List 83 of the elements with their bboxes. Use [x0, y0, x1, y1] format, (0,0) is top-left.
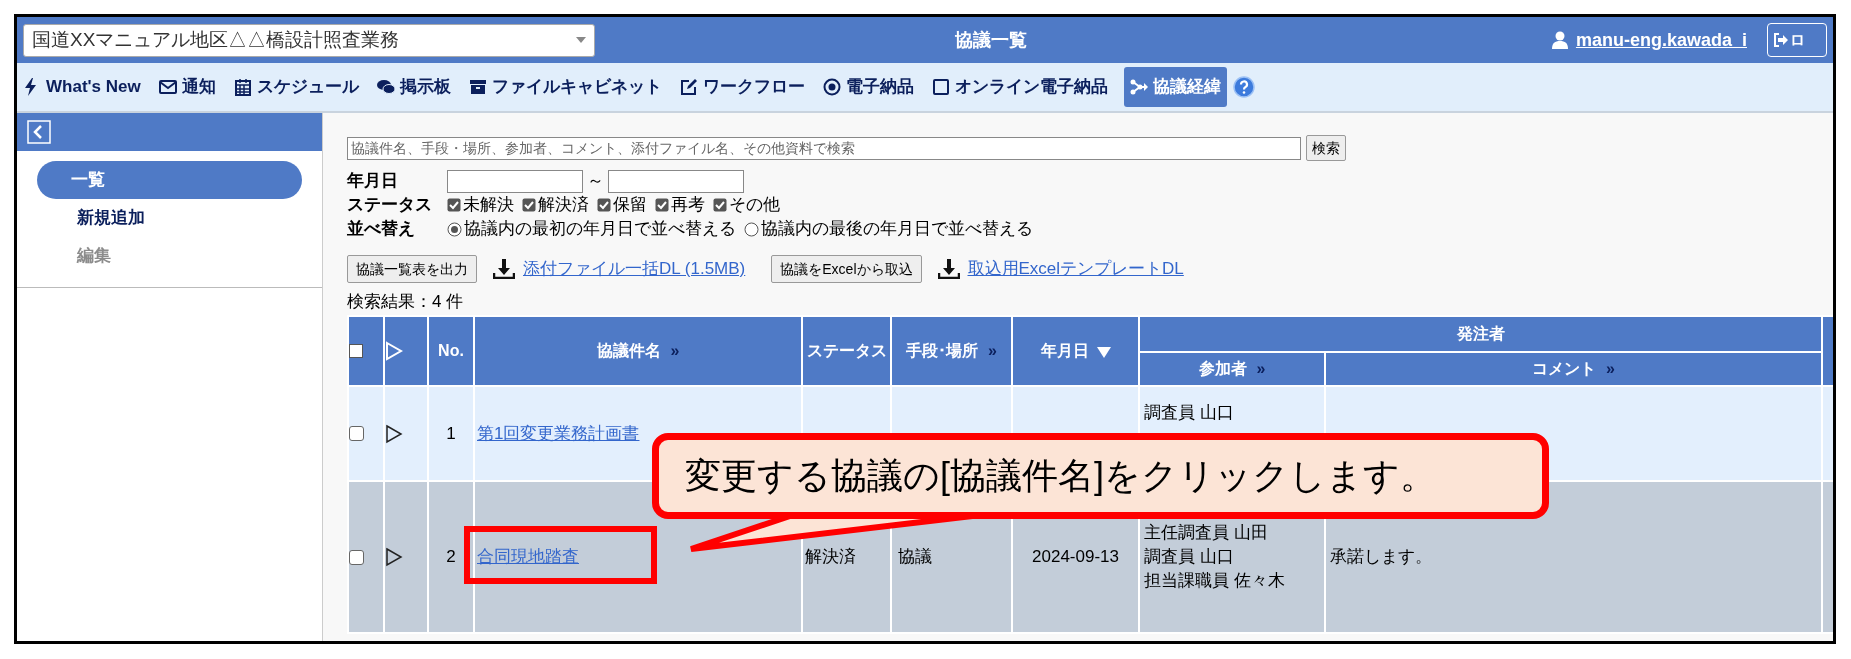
- user-icon: [1551, 31, 1568, 49]
- row-number: 2: [446, 547, 456, 567]
- checkbox[interactable]: [597, 198, 611, 212]
- nav-tab[interactable]: オンライン電子納品: [929, 67, 1110, 107]
- search-button[interactable]: 検索: [1306, 135, 1346, 161]
- checkbox-label: 保留: [613, 194, 647, 217]
- checkbox-label: 再考: [671, 194, 705, 217]
- column-header[interactable]: No.: [428, 316, 474, 386]
- help-icon[interactable]: [1232, 76, 1255, 98]
- collapse-icon[interactable]: [27, 120, 51, 144]
- column-header[interactable]: 手段･場所 »: [891, 316, 1012, 386]
- checkbox[interactable]: [349, 549, 364, 565]
- download-icon: [937, 259, 960, 279]
- project-select[interactable]: 国道XXマニュアル地区△△橋設計照査業務: [23, 23, 595, 57]
- nav-tab[interactable]: ワークフロー: [677, 67, 807, 107]
- play-outline-icon[interactable]: [385, 547, 403, 567]
- radio-label: 協議内の最初の年月日で並べ替える: [464, 218, 736, 241]
- nav-tab[interactable]: 電子納品: [820, 67, 916, 107]
- sidebar-item[interactable]: 一覧: [37, 161, 302, 199]
- status-text: 解決済: [805, 547, 856, 567]
- checkbox[interactable]: [349, 344, 363, 358]
- result-count: 検索結果：4 件: [347, 291, 465, 313]
- checkbox[interactable]: [655, 198, 669, 212]
- radio-button[interactable]: [447, 221, 462, 237]
- title-link[interactable]: 合同現地踏査: [477, 547, 579, 567]
- action-button[interactable]: 協議一覧表を出力: [347, 255, 477, 283]
- nav-tab[interactable]: 掲示板: [374, 67, 453, 107]
- checkbox[interactable]: [522, 198, 536, 212]
- method-text: 協議: [898, 547, 932, 567]
- date-label: 年月日: [347, 170, 399, 193]
- caret-icon: [576, 37, 586, 43]
- sort-label: 並べ替え: [347, 218, 416, 241]
- participant-name: 主任調査員 山田: [1144, 522, 1269, 544]
- edit-icon: [679, 78, 698, 96]
- page-title: 協議一覧: [955, 28, 1027, 52]
- download-link[interactable]: 取込用ExcelテンプレートDL: [967, 256, 1184, 282]
- nav-tab[interactable]: What's New: [21, 67, 143, 107]
- sidebar-item[interactable]: 新規追加: [77, 199, 145, 237]
- checkbox[interactable]: [349, 426, 364, 441]
- action-button[interactable]: 協議をExcelから取込: [771, 255, 922, 283]
- radio-button[interactable]: [744, 221, 759, 237]
- participant-name: 調査員 山口: [1144, 546, 1235, 568]
- cabinet-icon: [468, 78, 487, 96]
- date-text: 2024-09-13: [1032, 547, 1119, 567]
- play-outline-icon[interactable]: [385, 423, 403, 444]
- column-header[interactable]: 参加者 »: [1139, 352, 1325, 386]
- checkbox-label: 未解決: [463, 194, 514, 217]
- chat-icon: [376, 78, 395, 96]
- checkbox[interactable]: [713, 198, 727, 212]
- logout-button[interactable]: ロ: [1767, 23, 1827, 57]
- comment-text: 承諾します。: [1330, 547, 1432, 567]
- checkbox[interactable]: [447, 198, 461, 212]
- download-link[interactable]: 添付ファイル一括DL (1.5MB): [523, 256, 746, 282]
- calendar-icon: [233, 78, 252, 96]
- radio-icon: [822, 78, 841, 96]
- download-icon: [493, 259, 515, 279]
- column-header[interactable]: 年月日: [1012, 316, 1139, 386]
- date-separator: ～: [587, 170, 604, 193]
- column-header[interactable]: 協議件名 »: [474, 316, 802, 386]
- checkbox-label: 解決済: [538, 194, 589, 217]
- status-label: ステータス: [347, 194, 433, 217]
- nav-tab[interactable]: ファイルキャビネット: [466, 67, 664, 107]
- nav-tab[interactable]: 協議経緯: [1123, 67, 1227, 107]
- envelope-icon: [158, 78, 177, 96]
- user-link[interactable]: manu-eng.kawada_i: [1575, 26, 1747, 54]
- flow-icon: [1129, 78, 1148, 96]
- search-field[interactable]: 協議件名、手段・場所、参加者、コメント、添付ファイル名、その他資料で検索: [347, 136, 1301, 160]
- participant-name: 調査員 山口: [1144, 402, 1235, 424]
- row-number: 1: [446, 423, 456, 443]
- logout-icon: [1774, 33, 1788, 47]
- column-header[interactable]: コメント »: [1325, 352, 1822, 386]
- date-from-field[interactable]: [447, 169, 583, 193]
- nav-tab[interactable]: スケジュール: [231, 67, 361, 107]
- sort-desc-icon: [1096, 345, 1111, 358]
- nav-tab[interactable]: 通知: [156, 67, 218, 107]
- participant-name: 担当課職員 佐々木: [1144, 570, 1286, 592]
- square-icon: [931, 78, 950, 96]
- radio-label: 協議内の最後の年月日で並べ替える: [761, 218, 1033, 241]
- title-link[interactable]: 第1回変更業務計画書: [477, 423, 640, 443]
- column-group-header[interactable]: 発注者: [1139, 316, 1822, 352]
- column-header[interactable]: ステータス: [802, 316, 891, 386]
- checkbox-label: その他: [729, 194, 780, 217]
- date-to-field[interactable]: [608, 169, 744, 193]
